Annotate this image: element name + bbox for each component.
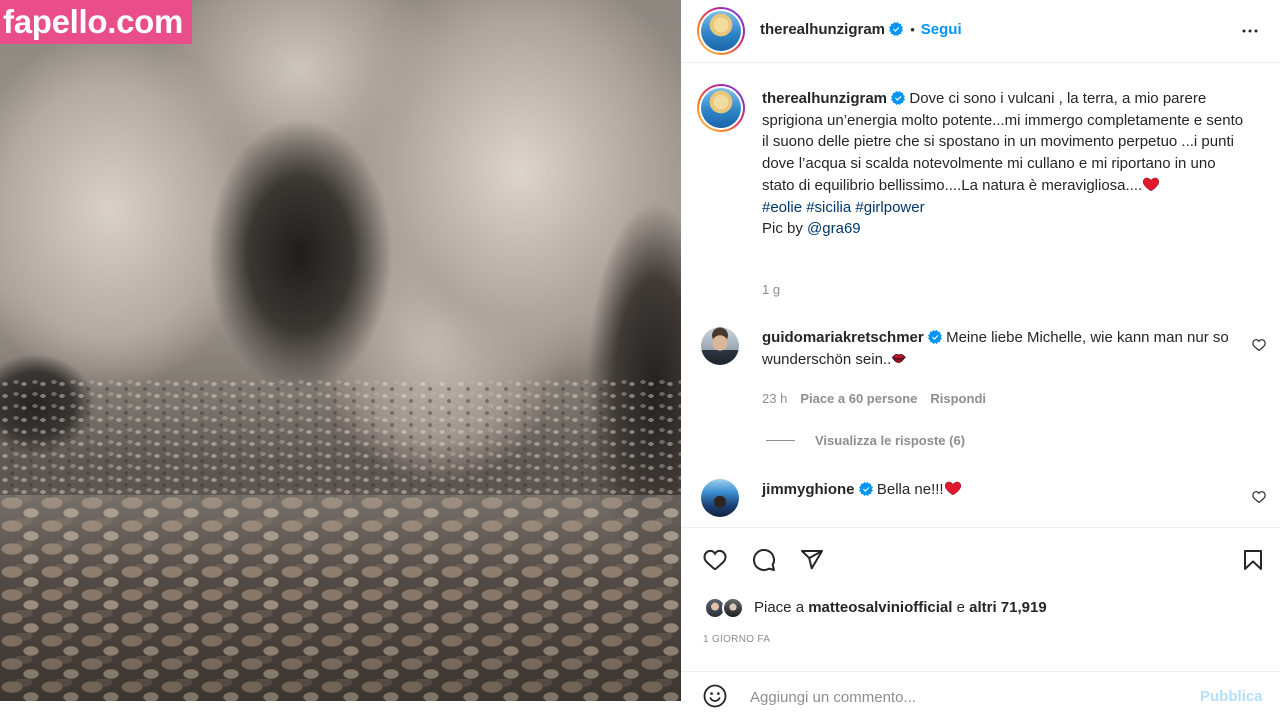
caption: therealhunzigram Dove ci sono i vulcani …: [762, 88, 1246, 240]
comment-item: jimmyghione Bella ne!!!: [762, 479, 1232, 501]
comment-input[interactable]: [750, 686, 1180, 708]
comment-avatar[interactable]: [701, 479, 739, 517]
comment-item: guidomariakretschmer Meine liebe Michell…: [762, 327, 1232, 370]
avatar-image: [701, 11, 741, 51]
kiss-mark-emoji-icon: [891, 349, 909, 367]
comment-like-heart-icon[interactable]: [1252, 490, 1266, 504]
comment-box-divider: [681, 671, 1280, 672]
comment-like-heart-icon[interactable]: [1252, 338, 1266, 352]
share-paper-plane-icon[interactable]: [800, 548, 824, 572]
hashtag-girlpower[interactable]: #girlpower: [855, 199, 924, 216]
comment-meta: 23 h Piace a 60 persone Rispondi: [762, 390, 999, 408]
likes-others-link[interactable]: altri 71,919: [969, 599, 1047, 616]
header-divider: [681, 62, 1280, 63]
comments-divider: [681, 527, 1280, 528]
post-timestamp: 1 giorno fa: [703, 634, 771, 645]
likes-prefix: Piace a: [754, 599, 805, 616]
comment-username[interactable]: guidomariakretschmer: [762, 329, 924, 346]
photo-gravel-texture: [0, 380, 681, 500]
verified-badge-icon: [858, 482, 873, 496]
comment-avatar[interactable]: [701, 327, 739, 365]
heart-outline-icon[interactable]: [703, 548, 727, 572]
post-side-panel: therealhunzigram • Segui therealhunzigram…: [681, 0, 1280, 708]
replies-divider-line: [766, 440, 795, 441]
caption-avatar[interactable]: [697, 84, 745, 132]
avatar-image: [701, 88, 741, 128]
view-replies-label: Visualizza le risposte (6): [815, 433, 966, 448]
header-username[interactable]: therealhunzigram: [760, 21, 885, 38]
view-replies-button[interactable]: Visualizza le risposte (6): [766, 432, 965, 450]
publish-button[interactable]: Pubblica: [1200, 688, 1263, 706]
likes-user-link[interactable]: matteosalviniofficial: [808, 599, 952, 616]
post-header: therealhunzigram • Segui: [760, 21, 962, 39]
comment-text: Bella ne!!!: [876, 481, 944, 498]
verified-badge-icon: [889, 22, 904, 36]
photo-water-sheen: [0, 495, 681, 701]
hashtag-sicilia[interactable]: #sicilia: [806, 199, 851, 216]
avatar-ring-gap: [699, 86, 743, 130]
caption-username[interactable]: therealhunzigram: [762, 90, 887, 107]
watermark-label: fapello.com: [0, 0, 192, 44]
emoji-smiley-icon[interactable]: [703, 684, 727, 708]
post-photo[interactable]: fapello.com: [0, 0, 681, 701]
verified-badge-icon: [891, 91, 906, 105]
header-separator: •: [910, 22, 915, 37]
photo-credit-prefix: Pic by: [762, 220, 803, 238]
hashtag-eolie[interactable]: #eolie: [762, 199, 802, 216]
more-horizontal-icon[interactable]: [1238, 19, 1262, 43]
likes-summary: Piace a matteosalviniofficial e altri 71…: [754, 599, 1047, 617]
verified-badge-icon: [927, 330, 942, 344]
follow-button[interactable]: Segui: [921, 21, 962, 38]
likes-conjunction: e: [956, 599, 965, 616]
caption-age: 1 g: [762, 282, 781, 297]
reply-button[interactable]: Rispondi: [930, 391, 986, 406]
comment-icon[interactable]: [752, 548, 776, 572]
bookmark-icon[interactable]: [1241, 548, 1265, 572]
liker-avatar: [722, 597, 744, 619]
red-heart-emoji-icon: [1142, 175, 1160, 193]
photo-credit-mention[interactable]: @gra69: [807, 220, 861, 237]
header-avatar[interactable]: [697, 7, 745, 55]
comment-likes-link[interactable]: Piace a 60 persone: [800, 391, 917, 406]
comment-time: 23 h: [762, 391, 788, 406]
red-heart-emoji-icon: [944, 479, 962, 497]
comment-username[interactable]: jimmyghione: [762, 481, 855, 498]
avatar-ring-gap: [699, 9, 743, 53]
